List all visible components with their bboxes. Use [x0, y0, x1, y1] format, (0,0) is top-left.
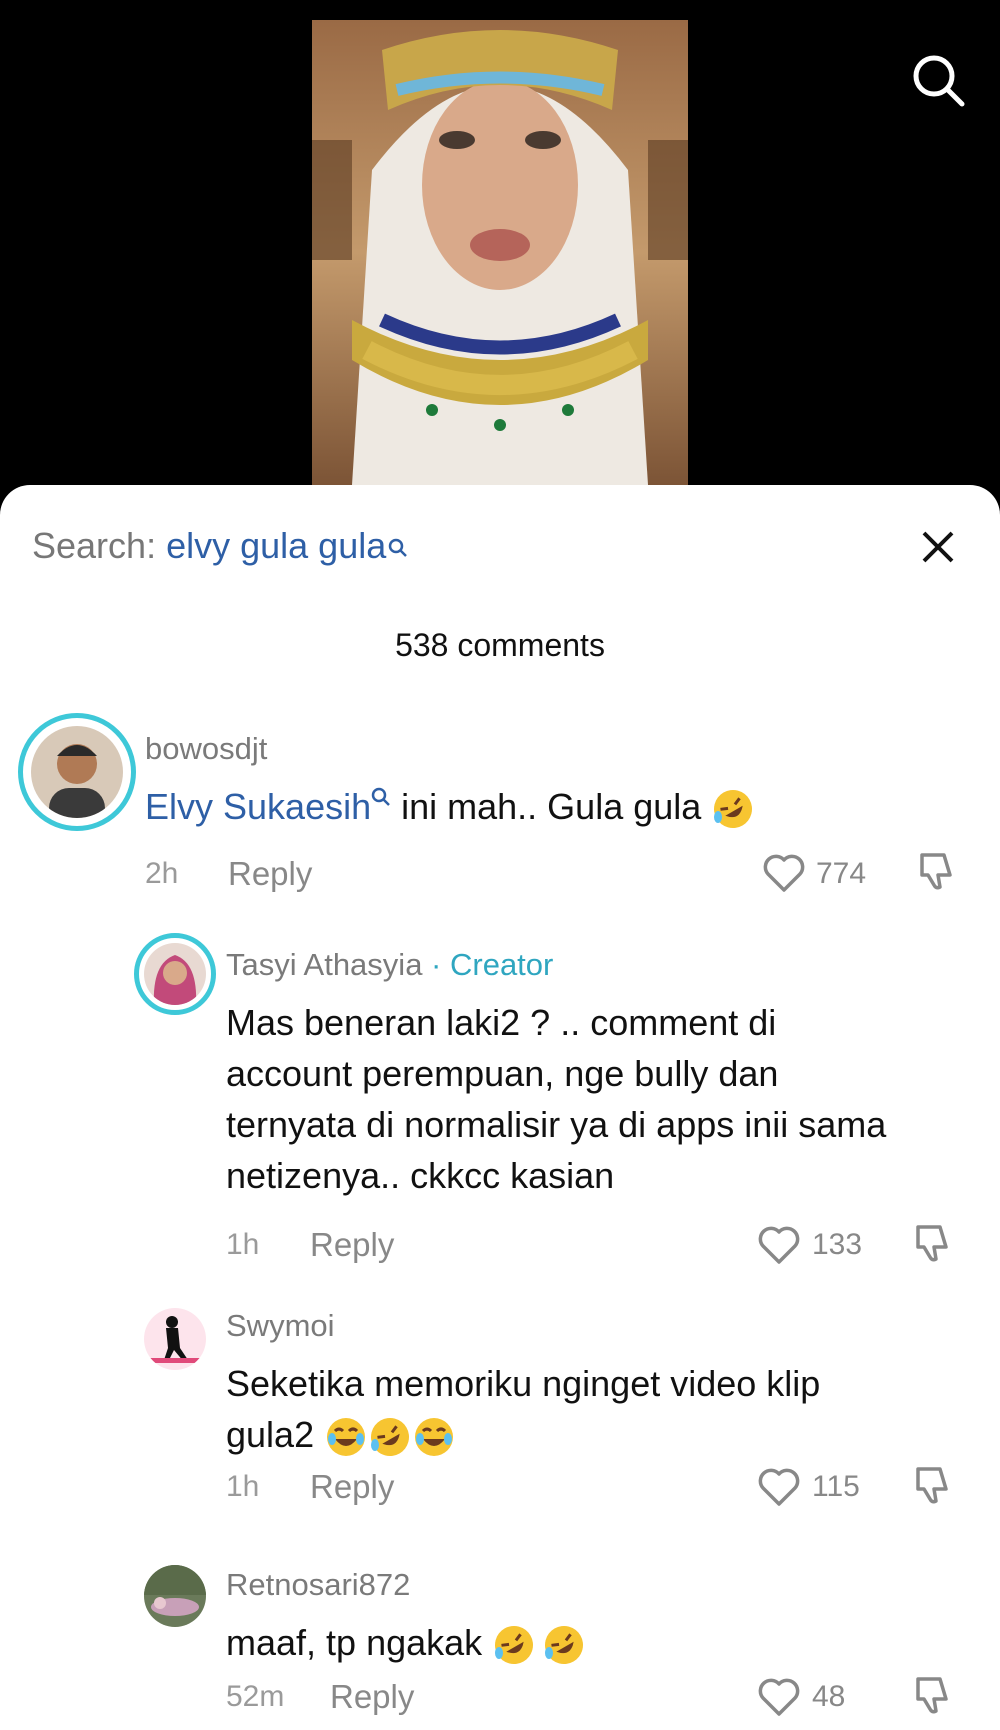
heart-icon[interactable]: [757, 1467, 801, 1507]
like-count: 133: [812, 1228, 863, 1261]
creator-badge: · Creator: [422, 947, 554, 982]
comment-username[interactable]: bowosdjt: [145, 731, 267, 767]
dislike-icon[interactable]: [910, 1221, 954, 1265]
search-query[interactable]: elvy gula gula: [166, 525, 386, 566]
comment-line: account perempuan, nge bully dan: [226, 1053, 779, 1094]
heart-icon[interactable]: [762, 853, 806, 893]
comment-body: maaf, tp ngakak: [226, 1622, 493, 1663]
comment-line: ternyata di normalisir ya di apps inii s…: [226, 1104, 887, 1145]
search-small-icon: [388, 525, 408, 567]
comment-text: Elvy Sukaesih ini mah.. Gula gula: [145, 781, 755, 832]
comments-sheet: Search: elvy gula gula 538 comments bowo…: [0, 485, 1000, 1730]
comment-line: gula2: [226, 1414, 315, 1455]
avatar-ring[interactable]: [134, 933, 216, 1015]
search-prefix: Search:: [32, 525, 157, 566]
joy-emoji-icon: [412, 1415, 456, 1459]
reply-button[interactable]: Reply: [228, 855, 312, 893]
joy-emoji-icon: [324, 1415, 368, 1459]
reply-button[interactable]: Reply: [310, 1226, 394, 1264]
heart-icon[interactable]: [757, 1677, 801, 1717]
heart-icon[interactable]: [757, 1225, 801, 1265]
close-icon[interactable]: [918, 527, 958, 567]
comment-line: netizenya.. ckkcc kasian: [226, 1155, 615, 1196]
comment-body: ini mah.. Gula gula: [391, 786, 712, 827]
reply-button[interactable]: Reply: [310, 1468, 394, 1506]
avatar[interactable]: [144, 1565, 206, 1627]
mention-link[interactable]: Elvy Sukaesih: [145, 786, 371, 827]
video-thumbnail[interactable]: [312, 20, 688, 485]
rofl-emoji-icon: [368, 1415, 412, 1459]
comment-username[interactable]: Tasyi Athasyia · Creator: [226, 947, 553, 983]
avatar: [144, 943, 206, 1005]
comment-text: Mas beneran laki2 ? .. comment di accoun…: [226, 997, 986, 1201]
comment-time: 1h: [226, 1228, 260, 1261]
search-icon[interactable]: [910, 52, 966, 108]
rofl-emoji-icon: [542, 1623, 586, 1667]
rofl-emoji-icon: [492, 1623, 536, 1667]
comment-text: Seketika memoriku nginget video klip gul…: [226, 1358, 986, 1460]
dislike-icon[interactable]: [910, 1673, 954, 1717]
like-count: 48: [812, 1680, 846, 1713]
comment-line: Mas beneran laki2 ? .. comment di: [226, 1002, 777, 1043]
comment-username[interactable]: Swymoi: [226, 1308, 335, 1344]
mention-search-icon: [371, 787, 390, 806]
comment-line: Seketika memoriku nginget video klip: [226, 1363, 821, 1404]
comment-text: maaf, tp ngakak: [226, 1617, 586, 1668]
comment-line-2: gula2: [226, 1409, 986, 1460]
comments-count: 538 comments: [395, 627, 605, 663]
username-text: Tasyi Athasyia: [226, 947, 423, 982]
comment-time: 2h: [145, 857, 179, 890]
search-suggestion[interactable]: Search: elvy gula gula: [32, 525, 408, 567]
dislike-icon[interactable]: [910, 1463, 954, 1507]
comment-username[interactable]: Retnosari872: [226, 1567, 410, 1603]
like-count: 774: [816, 857, 867, 890]
dislike-icon[interactable]: [914, 849, 958, 893]
rofl-emoji-icon: [711, 787, 755, 831]
comment-time: 52m: [226, 1680, 285, 1713]
avatar[interactable]: [144, 1308, 206, 1370]
avatar-ring[interactable]: [18, 713, 136, 831]
comment-time: 1h: [226, 1470, 260, 1503]
like-count: 115: [812, 1470, 860, 1503]
avatar: [31, 726, 123, 818]
reply-button[interactable]: Reply: [330, 1678, 414, 1716]
video-area[interactable]: [0, 0, 1000, 490]
